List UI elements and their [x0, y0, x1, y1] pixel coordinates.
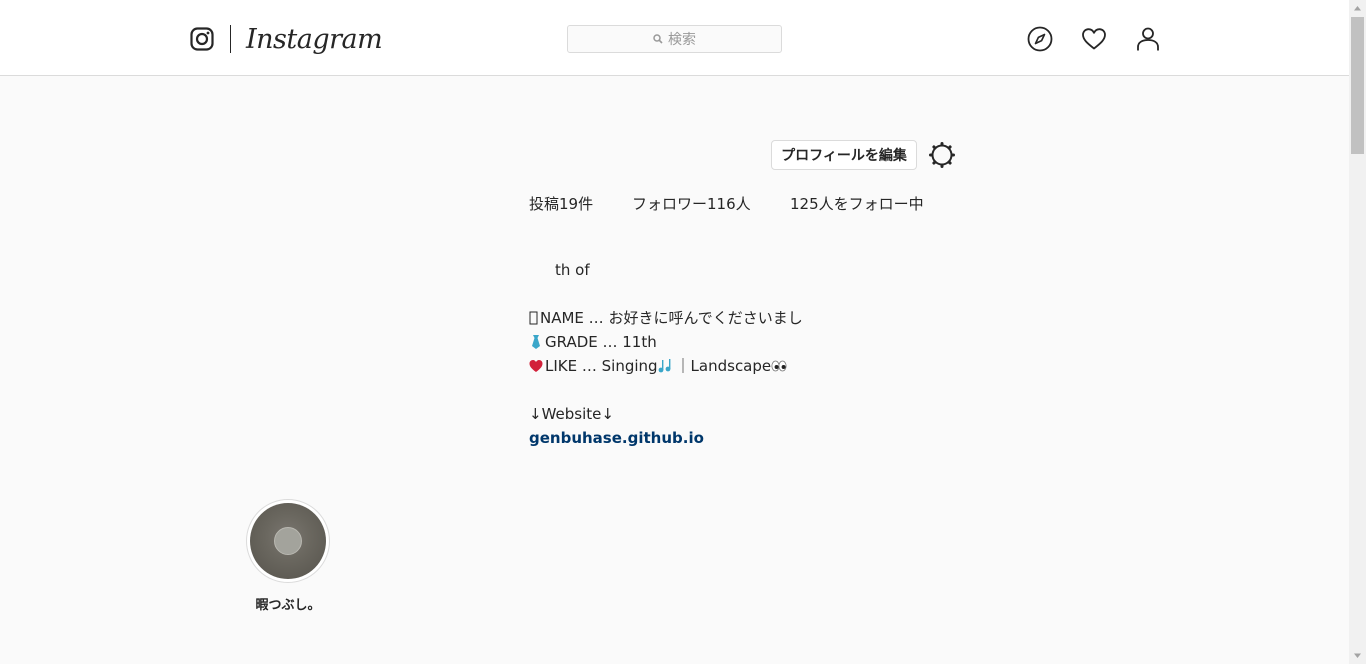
- search-placeholder: 検索: [668, 32, 696, 48]
- top-navigation-bar: Instagram 検索: [0, 0, 1349, 76]
- story-highlight[interactable]: [246, 499, 330, 583]
- highlight-label[interactable]: 暇つぶし。: [220, 594, 356, 613]
- bio-line: NAME … お好きに呼んでくださいまし: [529, 306, 803, 330]
- instagram-glyph-icon[interactable]: [190, 27, 214, 51]
- followers-link[interactable]: フォロワー116人: [632, 192, 751, 216]
- settings-gear-icon[interactable]: [928, 141, 956, 169]
- website-link[interactable]: genbuhase.github.io: [529, 426, 704, 450]
- posts-count: 投稿19件: [529, 195, 594, 213]
- scroll-up-arrow-icon[interactable]: [1349, 0, 1366, 17]
- bio-line: th of: [555, 261, 590, 279]
- bio-landscape-text: ｜Landscape: [675, 357, 772, 375]
- bio-line: GRADE … 11th: [529, 330, 657, 354]
- page-scrollbar[interactable]: [1349, 0, 1366, 664]
- music-notes-icon: [658, 359, 670, 373]
- bio-name-text: NAME … お好きに呼んでくださいまし: [540, 309, 803, 327]
- scrollbar-thumb[interactable]: [1351, 17, 1364, 154]
- edit-profile-button[interactable]: プロフィールを編集: [771, 140, 917, 170]
- scroll-down-arrow-icon[interactable]: [1349, 647, 1366, 664]
- necktie-icon: [532, 335, 540, 349]
- following-link[interactable]: 125人をフォロー中: [790, 192, 924, 216]
- search-icon: [653, 34, 663, 44]
- logo-divider: [230, 25, 231, 53]
- activity-heart-icon[interactable]: [1081, 26, 1107, 52]
- eyes-emoji-icon: [771, 360, 787, 372]
- search-input[interactable]: 検索: [567, 25, 782, 53]
- instagram-wordmark[interactable]: Instagram: [246, 20, 383, 60]
- bio-grade-text: GRADE … 11th: [545, 333, 657, 351]
- highlight-cover-image: [250, 503, 326, 579]
- bio-line: ↓Website↓: [529, 405, 614, 423]
- explore-compass-icon[interactable]: [1027, 26, 1053, 52]
- heart-emoji-icon: [529, 360, 543, 372]
- bio-line: LIKE … Singing ｜Landscape: [529, 354, 789, 378]
- unsupported-glyph-icon: [529, 311, 538, 325]
- bio-like-text: LIKE … Singing: [545, 357, 658, 375]
- clock-image: [274, 527, 302, 555]
- profile-person-icon[interactable]: [1135, 26, 1161, 52]
